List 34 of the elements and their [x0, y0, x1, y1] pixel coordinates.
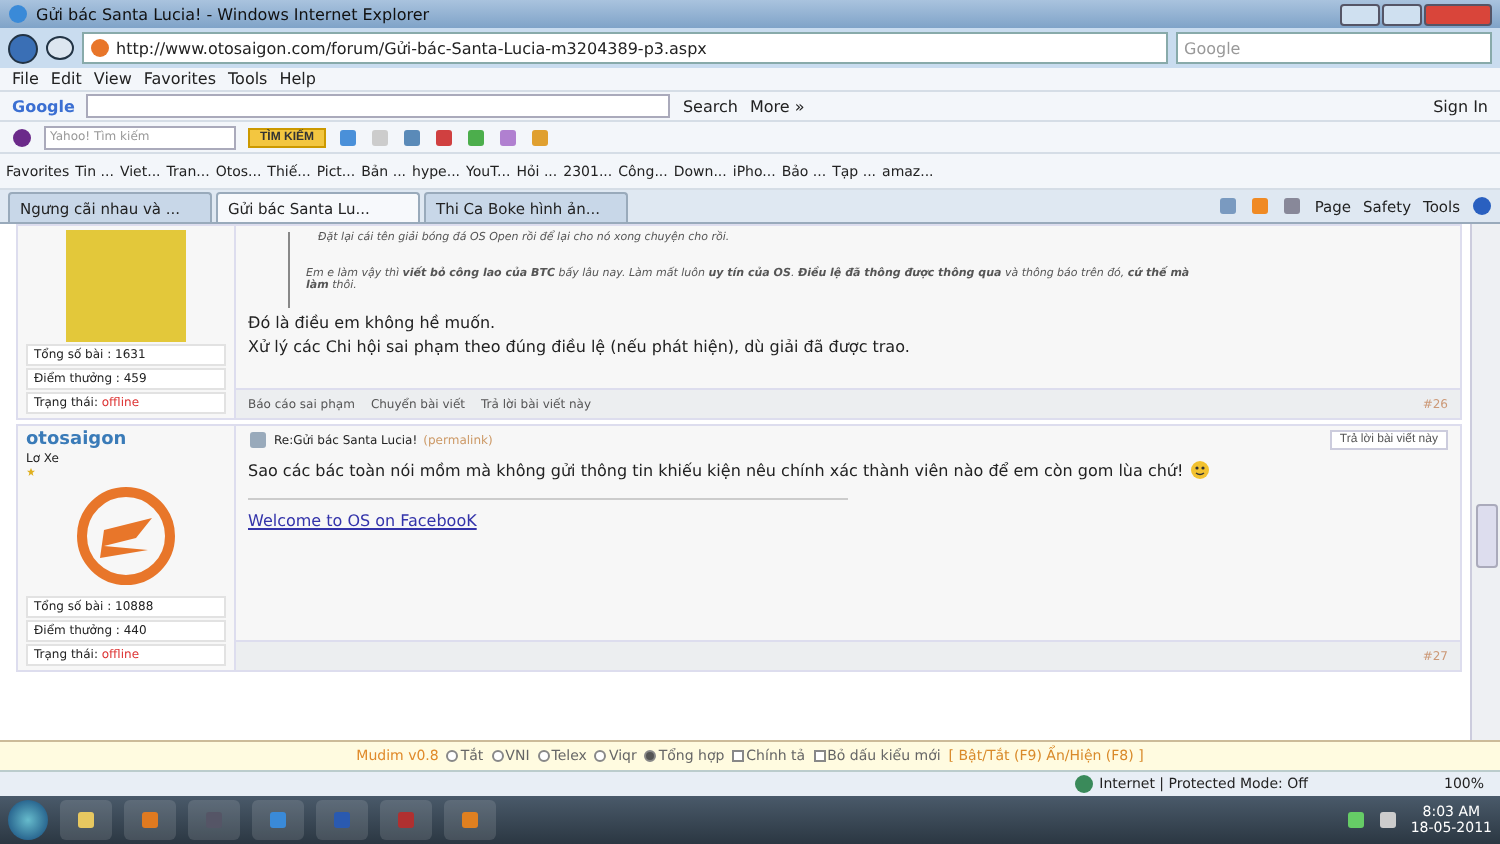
menu-item[interactable]: View [93, 70, 132, 88]
username[interactable]: otosaigon [26, 430, 226, 450]
address-field[interactable]: http://www.otosaigon.com/forum/Gửi-bác-Santa-Lucia-m3204389-p3.aspx [82, 32, 1168, 64]
more-button[interactable]: More » [749, 97, 805, 115]
post-text: Xử lý các Chi hội sai phạm theo đúng điều lệ (nếu phát hiện), dù giải đã được trao. [248, 338, 910, 356]
start-button[interactable] [8, 800, 48, 840]
site-icon [90, 38, 110, 58]
minimize-button[interactable] [1340, 3, 1380, 25]
scrollbar-thumb[interactable] [1475, 504, 1497, 568]
post-text: Sao các bác toàn nói mồm mà không gửi thông tin khiếu kiện nêu chính xác thành viên nào để em còn gom lùa chứ! [248, 461, 1184, 479]
search-button[interactable]: Search [682, 97, 738, 115]
maximize-button[interactable] [1382, 3, 1422, 25]
post-text: Đó là điều em không hề muốn. [248, 314, 496, 332]
signature-link[interactable]: Welcome to OS on FacebooK [248, 512, 477, 530]
menu-item[interactable]: Favorites [143, 70, 217, 88]
window-title: Gửi bác Santa Lucia! - Windows Internet Explorer [36, 5, 430, 23]
google-search-field[interactable] [86, 94, 671, 118]
close-button[interactable] [1424, 3, 1492, 25]
menu-item[interactable]: Tools [228, 70, 268, 88]
google-logo: Google [12, 97, 75, 115]
menu-item[interactable]: File [12, 70, 39, 88]
star-icon [26, 468, 36, 476]
forward-button[interactable] [46, 36, 74, 60]
sign-in-link[interactable]: Sign In [1433, 97, 1488, 115]
post-icon [248, 430, 268, 450]
menu-item[interactable]: Edit [50, 70, 82, 88]
taskbar-app-icon[interactable] [60, 800, 112, 840]
taskbar-app-icon[interactable] [252, 800, 304, 840]
taskbar-app-icon[interactable] [124, 800, 176, 840]
taskbar-app-icon[interactable] [444, 800, 496, 840]
photo-placeholder [66, 230, 186, 342]
logo-icon [76, 486, 176, 586]
back-button[interactable] [8, 33, 38, 63]
menu-item[interactable]: Help [279, 70, 316, 88]
